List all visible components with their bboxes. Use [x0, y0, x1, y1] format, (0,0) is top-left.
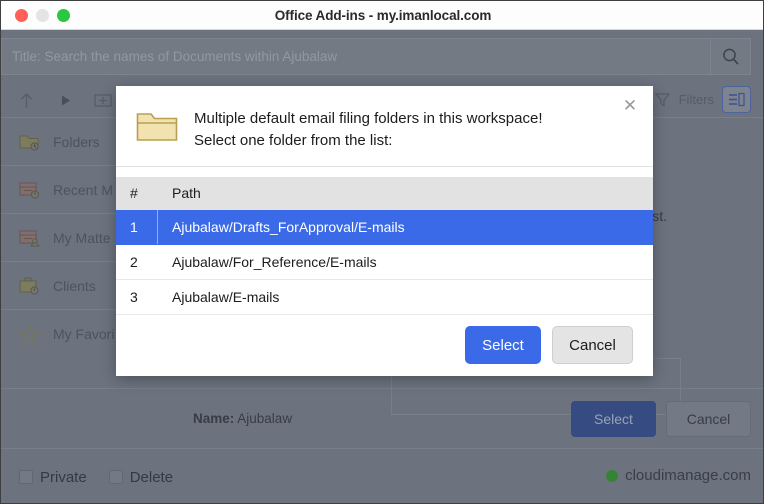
name-label: Name:: [193, 411, 234, 426]
bottom-bar: Private Delete cloudimanage.com: [1, 448, 764, 504]
table-header-row: # Path: [116, 177, 653, 210]
search-input[interactable]: Title: Search the names of Documents wit…: [1, 38, 711, 75]
search-row: Title: Search the names of Documents wit…: [1, 38, 764, 75]
row-number: 3: [116, 289, 158, 305]
name-field: Name: Ajubalaw: [193, 411, 292, 426]
delete-checkbox-group[interactable]: Delete: [109, 469, 173, 486]
dialog-cancel-button[interactable]: Cancel: [552, 326, 633, 364]
private-checkbox[interactable]: [19, 470, 33, 484]
delete-checkbox[interactable]: [109, 470, 123, 484]
add-panel-icon: [94, 93, 112, 108]
window-title: Office Add-ins - my.imanlocal.com: [1, 8, 764, 23]
table-row[interactable]: 1 Ajubalaw/Drafts_ForApproval/E-mails: [116, 210, 653, 245]
search-icon: [721, 47, 741, 67]
dialog-header: Multiple default email filing folders in…: [116, 86, 653, 167]
column-header-number: #: [116, 185, 158, 201]
private-label: Private: [40, 469, 87, 486]
recent-matters-icon: [19, 180, 41, 200]
row-path: Ajubalaw/Drafts_ForApproval/E-mails: [158, 219, 405, 235]
dialog-select-button[interactable]: Select: [465, 326, 541, 364]
filter-funnel-icon[interactable]: [654, 91, 671, 108]
title-bar: Office Add-ins - my.imanlocal.com: [1, 1, 764, 30]
close-window-button[interactable]: [15, 9, 28, 22]
dialog-message: Multiple default email filing folders in…: [194, 108, 543, 152]
sidebar-item-label: Recent M: [53, 182, 113, 198]
toolbar-right-group: Filters: [654, 86, 751, 113]
folder-select-dialog: Multiple default email filing folders in…: [116, 86, 653, 376]
layout-toggle-button[interactable]: [722, 86, 751, 113]
column-header-path: Path: [158, 185, 201, 201]
arrow-up-icon: [19, 92, 34, 109]
footer-cancel-button[interactable]: Cancel: [666, 401, 751, 437]
table-row[interactable]: 2 Ajubalaw/For_Reference/E-mails: [116, 245, 653, 280]
footer-buttons: Select Cancel: [571, 401, 751, 437]
layout-panel-icon: [728, 92, 745, 107]
dialog-message-line2: Select one folder from the list:: [194, 130, 543, 152]
dialog-message-line1: Multiple default email filing folders in…: [194, 108, 543, 130]
search-button[interactable]: [711, 38, 751, 75]
row-path: Ajubalaw/For_Reference/E-mails: [158, 254, 377, 270]
app-window: Office Add-ins - my.imanlocal.com Title:…: [0, 0, 764, 504]
footer-name-row: Name: Ajubalaw Select Cancel: [1, 388, 764, 448]
folder-clock-icon: [19, 132, 41, 152]
toolbar-forward-button[interactable]: [60, 94, 72, 107]
my-matters-icon: [19, 228, 41, 248]
sidebar-item-label: Folders: [53, 134, 100, 150]
row-path: Ajubalaw/E-mails: [158, 289, 279, 305]
private-checkbox-group[interactable]: Private: [19, 469, 87, 486]
delete-label: Delete: [130, 469, 173, 486]
dialog-footer: Select Cancel: [116, 315, 653, 377]
filters-label[interactable]: Filters: [679, 92, 714, 107]
window-controls: [15, 9, 70, 22]
maximize-window-button[interactable]: [57, 9, 70, 22]
brand-label: cloudimanage.com: [625, 467, 751, 484]
sidebar-item-label: Clients: [53, 278, 96, 294]
toolbar-up-button[interactable]: [19, 92, 34, 109]
briefcase-clock-icon: [19, 276, 41, 296]
footer-select-button[interactable]: Select: [571, 401, 656, 437]
folder-path-table: # Path 1 Ajubalaw/Drafts_ForApproval/E-m…: [116, 177, 653, 315]
brand: cloudimanage.com: [606, 467, 751, 484]
status-dot-icon: [606, 470, 618, 482]
name-value: Ajubalaw: [237, 411, 292, 426]
star-icon: [19, 324, 41, 344]
row-number: 2: [116, 254, 158, 270]
sidebar-item-label: My Favori: [53, 326, 114, 342]
play-forward-icon: [60, 94, 72, 107]
search-placeholder: Title: Search the names of Documents wit…: [12, 49, 337, 64]
sidebar-item-label: My Matte: [53, 230, 111, 246]
minimize-window-button[interactable]: [36, 9, 49, 22]
row-number: 1: [116, 210, 158, 244]
table-row[interactable]: 3 Ajubalaw/E-mails: [116, 280, 653, 315]
folder-icon: [136, 110, 178, 148]
close-icon[interactable]: ✕: [621, 98, 639, 116]
